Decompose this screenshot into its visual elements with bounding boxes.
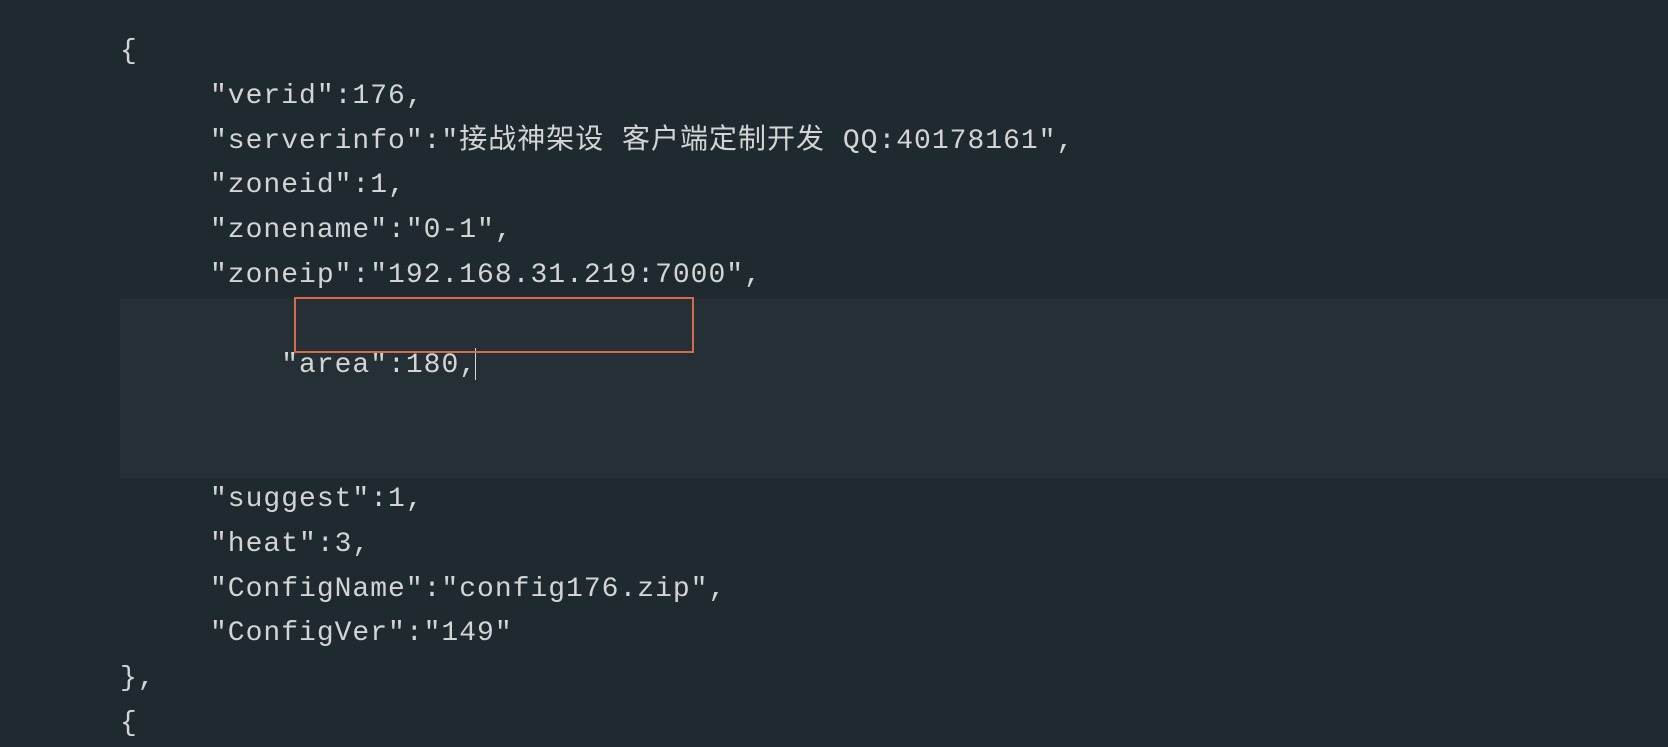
code-line-zoneid: "zoneid":1,	[120, 164, 1668, 209]
code-line-area-highlighted: "area":180,	[120, 299, 1668, 478]
code-editor[interactable]: { "verid":176, "serverinfo":"接战神架设 客户端定制…	[0, 30, 1668, 747]
code-line-zoneip: "zoneip":"192.168.31.219:7000",	[120, 254, 1668, 299]
code-line-suggest: "suggest":1,	[120, 478, 1668, 523]
code-line-configver: "ConfigVer":"149"	[120, 612, 1668, 657]
text-cursor	[475, 348, 476, 380]
code-line-verid: "verid":176,	[120, 75, 1668, 120]
code-line-heat: "heat":3,	[120, 523, 1668, 568]
highlight-rectangle	[294, 297, 694, 353]
code-line-open-brace: {	[120, 30, 1668, 75]
code-text-area: "area":180,	[281, 350, 477, 381]
code-line-serverinfo: "serverinfo":"接战神架设 客户端定制开发 QQ:40178161"…	[120, 120, 1668, 165]
code-line-zonename: "zonename":"0-1",	[120, 209, 1668, 254]
code-line-next-open: {	[120, 702, 1668, 747]
code-line-configname: "ConfigName":"config176.zip",	[120, 568, 1668, 613]
code-line-close-brace: },	[120, 657, 1668, 702]
